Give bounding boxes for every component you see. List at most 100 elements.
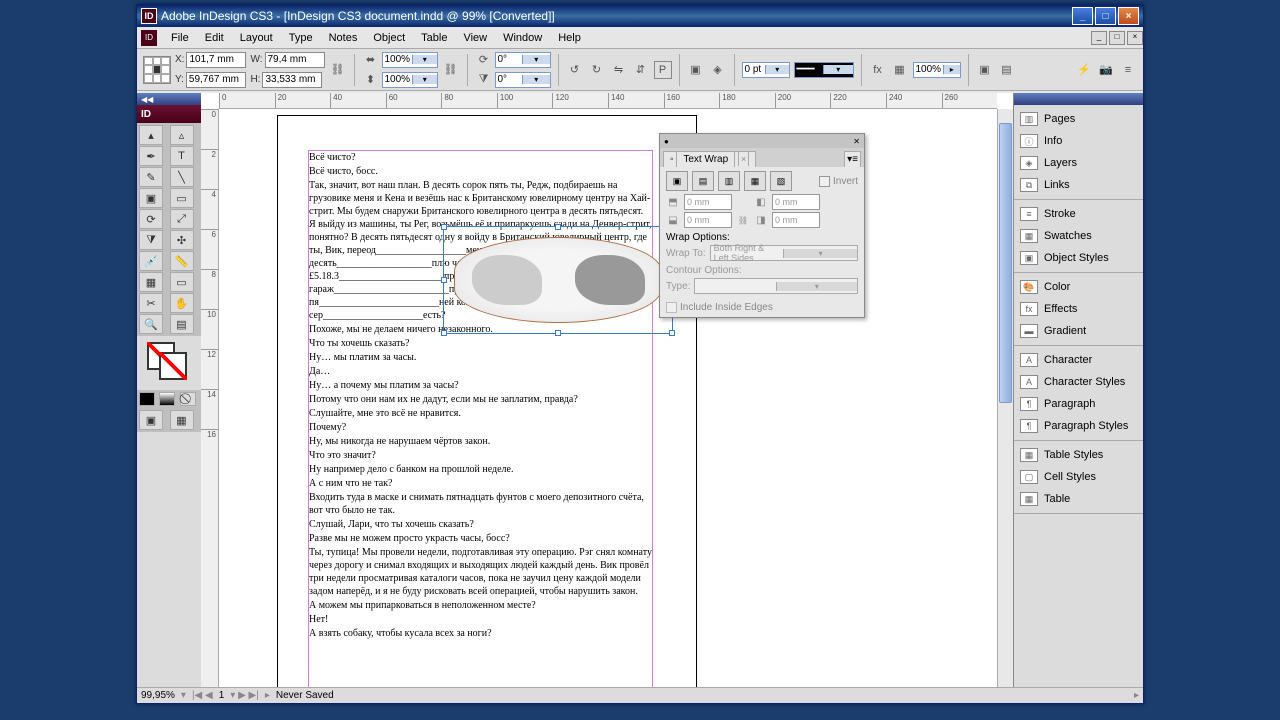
w-input[interactable] — [265, 52, 325, 68]
doc-close-button[interactable]: × — [1127, 31, 1143, 45]
fx-icon[interactable]: fx — [869, 61, 887, 79]
maximize-button[interactable]: □ — [1095, 7, 1116, 25]
scale-x-combo[interactable]: 100%▾ — [382, 52, 438, 68]
pen-tool[interactable]: ✒ — [139, 146, 163, 166]
rotate-ccw-icon[interactable]: ↺ — [566, 61, 584, 79]
panel-table-styles[interactable]: ▦Table Styles — [1014, 444, 1143, 466]
shear-combo[interactable]: 0°▾ — [495, 72, 551, 88]
direct-selection-tool[interactable]: ▵ — [170, 125, 194, 145]
panel-info[interactable]: ⓘInfo — [1014, 130, 1143, 152]
panel-pages[interactable]: ▥Pages — [1014, 108, 1143, 130]
bridge-icon[interactable]: 📷 — [1097, 61, 1115, 79]
panel-paragraph-styles[interactable]: ¶Paragraph Styles — [1014, 415, 1143, 437]
panel-cell-styles[interactable]: ▢Cell Styles — [1014, 466, 1143, 488]
type-tool[interactable]: T — [170, 146, 194, 166]
effects-icon[interactable]: ▦ — [891, 61, 909, 79]
quick-apply-icon[interactable]: ⚡ — [1075, 61, 1093, 79]
select-content-icon[interactable]: ◈ — [709, 61, 727, 79]
panel-links[interactable]: ⧉Links — [1014, 174, 1143, 196]
panel-object-styles[interactable]: ▣Object Styles — [1014, 247, 1143, 269]
offset-left-input[interactable]: 0 mm — [772, 194, 820, 210]
flip-h-icon[interactable]: ⇋ — [610, 61, 628, 79]
scale-tool[interactable]: ⤢ — [170, 209, 194, 229]
note-tool[interactable]: ▤ — [170, 314, 194, 334]
menu-edit[interactable]: Edit — [197, 29, 232, 47]
wrap-to-select[interactable]: Both Right & Left Sides▾ — [710, 245, 858, 261]
doc-restore-button[interactable]: □ — [1109, 31, 1125, 45]
select-container-icon[interactable]: ▣ — [687, 61, 705, 79]
tools-collapse[interactable]: ◀◀ — [137, 93, 201, 105]
pencil-tool[interactable]: ✎ — [139, 167, 163, 187]
menu-window[interactable]: Window — [495, 29, 550, 47]
shear-tool[interactable]: ⧩ — [139, 230, 163, 250]
rectangle-tool[interactable]: ▭ — [170, 188, 194, 208]
panel-gradient[interactable]: ▬Gradient — [1014, 320, 1143, 342]
menu-file[interactable]: File — [163, 29, 197, 47]
measure-tool[interactable]: 📏 — [170, 251, 194, 271]
h-input[interactable] — [262, 72, 322, 88]
zoom-tool[interactable]: 🔍 — [139, 314, 163, 334]
canvas[interactable]: 020406080100120140160180200220240260 024… — [201, 93, 1013, 687]
panel-color[interactable]: 🎨Color — [1014, 276, 1143, 298]
wrap-jumpnext-button[interactable]: ▧ — [770, 171, 792, 191]
panel-character[interactable]: ACharacter — [1014, 349, 1143, 371]
link-wh-icon[interactable]: ⛓ — [329, 61, 347, 79]
menu-view[interactable]: View — [455, 29, 495, 47]
rotate-combo[interactable]: 0°▾ — [495, 52, 551, 68]
apply-none-icon[interactable]: ⃠ — [180, 392, 196, 406]
wrap-bbox-button[interactable]: ▤ — [692, 171, 714, 191]
rectangle-frame-tool[interactable]: ▣ — [139, 188, 163, 208]
panel-effects[interactable]: fxEffects — [1014, 298, 1143, 320]
invert-checkbox[interactable]: Invert — [819, 176, 858, 187]
stroke-swatch[interactable] — [159, 352, 187, 380]
selection-tool[interactable]: ▴ — [139, 125, 163, 145]
normal-view-icon[interactable]: ▣ — [139, 410, 163, 430]
panel-swatches[interactable]: ▦Swatches — [1014, 225, 1143, 247]
textwrap-panel-header[interactable]: ●✕ — [660, 134, 864, 148]
gradient-tool[interactable]: ▦ — [139, 272, 163, 292]
close-button[interactable]: × — [1118, 7, 1139, 25]
rotate-cw-icon[interactable]: ↻ — [588, 61, 606, 79]
x-input[interactable] — [186, 52, 246, 68]
panel-table[interactable]: ▦Table — [1014, 488, 1143, 510]
menu-type[interactable]: Type — [281, 29, 321, 47]
stroke-style-combo[interactable]: ━━━▾ — [794, 62, 854, 78]
eyedropper-tool[interactable]: 💉 — [139, 251, 163, 271]
wrap-none-button[interactable]: ▣ — [666, 171, 688, 191]
textwrap-icon-2[interactable]: ▤ — [998, 61, 1016, 79]
minimize-button[interactable]: _ — [1072, 7, 1093, 25]
apply-gradient-icon[interactable] — [159, 392, 175, 406]
placed-image[interactable] — [443, 226, 673, 334]
textwrap-menu-icon[interactable]: ▾≡ — [844, 151, 861, 167]
page-display[interactable]: 1 — [219, 690, 225, 701]
flip-v-icon[interactable]: ⇵ — [632, 61, 650, 79]
vertical-scrollbar[interactable] — [997, 109, 1013, 687]
rotate-tool[interactable]: ⟳ — [139, 209, 163, 229]
textwrap-icon-1[interactable]: ▣ — [976, 61, 994, 79]
offset-top-input[interactable]: 0 mm — [684, 194, 732, 210]
menu-layout[interactable]: Layout — [232, 29, 281, 47]
menu-help[interactable]: Help — [550, 29, 589, 47]
zoom-display[interactable]: 99,95% — [141, 690, 175, 701]
preview-view-icon[interactable]: ▦ — [170, 410, 194, 430]
doc-minimize-button[interactable]: _ — [1091, 31, 1107, 45]
reference-point-icon[interactable] — [143, 56, 171, 84]
offset-bottom-input[interactable]: 0 mm — [684, 212, 732, 228]
free-transform-tool[interactable]: ✣ — [170, 230, 194, 250]
button-tool[interactable]: ▭ — [170, 272, 194, 292]
panel-layers[interactable]: ◈Layers — [1014, 152, 1143, 174]
hand-tool[interactable]: ✋ — [170, 293, 194, 313]
textwrap-tab[interactable]: ◦ Text Wrap × — [663, 151, 756, 167]
link-scale-icon[interactable]: ⛓ — [442, 61, 460, 79]
menu-notes[interactable]: Notes — [321, 29, 366, 47]
panel-paragraph[interactable]: ¶Paragraph — [1014, 393, 1143, 415]
opacity-combo[interactable]: 100%▸ — [913, 62, 961, 78]
wrap-shape-button[interactable]: ▥ — [718, 171, 740, 191]
panel-character-styles[interactable]: ACharacter Styles — [1014, 371, 1143, 393]
menu-table[interactable]: Table — [413, 29, 455, 47]
offset-right-input[interactable]: 0 mm — [772, 212, 820, 228]
menu-object[interactable]: Object — [365, 29, 413, 47]
panel-stroke[interactable]: ≡Stroke — [1014, 203, 1143, 225]
y-input[interactable] — [186, 72, 246, 88]
scissors-tool[interactable]: ✂ — [139, 293, 163, 313]
